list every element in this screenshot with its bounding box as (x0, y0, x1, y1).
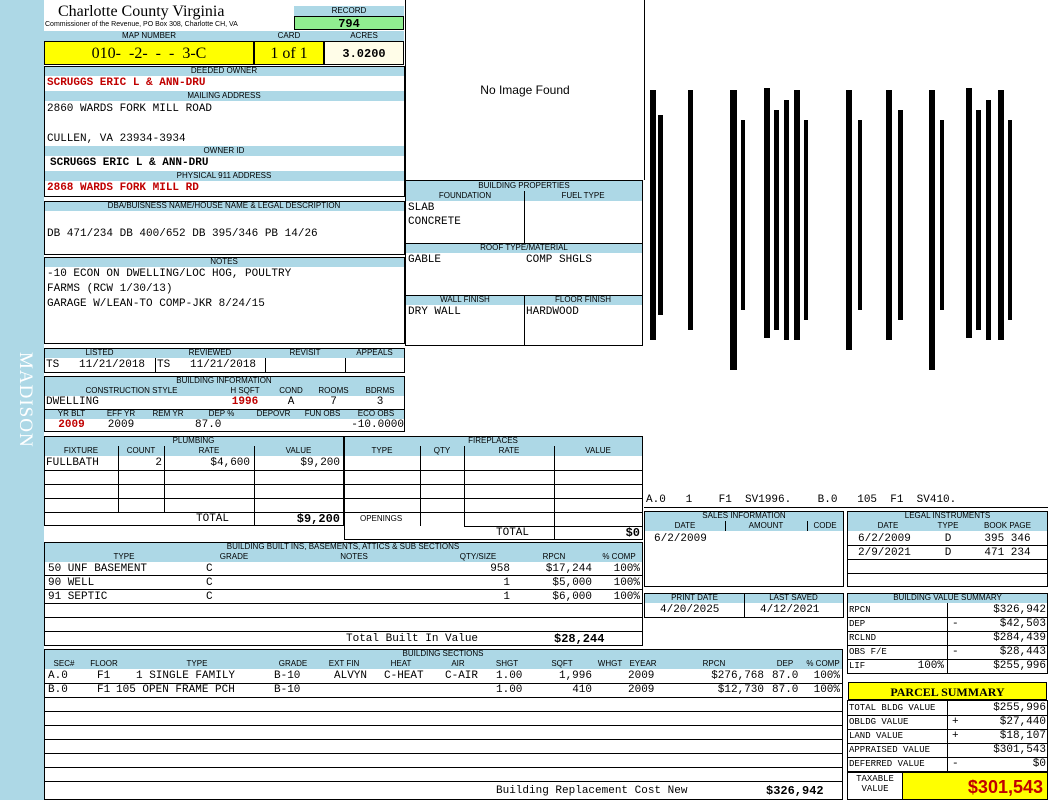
legal-instr-box (847, 511, 1048, 587)
ps-h2 (847, 729, 1048, 730)
pl-h4 (44, 512, 344, 513)
district-sidebar: MADISON (0, 0, 44, 800)
parcel-summary-title: PARCEL SUMMARY (848, 682, 1047, 700)
props-divider (524, 191, 525, 243)
acres-value: 3.0200 (324, 41, 404, 65)
ps-h4 (847, 757, 1048, 758)
bt-h5 (44, 631, 643, 632)
sales-v2 (807, 521, 808, 531)
sc-h7 (44, 767, 843, 768)
owner-box (44, 66, 405, 197)
district-name: MADISON (15, 352, 36, 448)
bt-h4 (44, 617, 643, 618)
bt-h2 (44, 589, 643, 590)
sc-h2 (44, 697, 843, 698)
props-row-line (405, 243, 643, 244)
ps-h1 (847, 715, 1048, 716)
bt-h3 (44, 603, 643, 604)
sc-h6 (44, 753, 843, 754)
legal-box (44, 201, 405, 255)
record-label: RECORD (294, 6, 404, 16)
pl-v1 (118, 446, 119, 512)
building-info-box (44, 376, 405, 432)
fp-h2 (344, 484, 643, 485)
fp-v1 (420, 446, 421, 526)
map-number-label: MAP NUMBER (44, 31, 254, 41)
pl-v2 (164, 446, 165, 512)
vs-h3 (847, 645, 1048, 646)
ps-divider (947, 700, 948, 772)
bi-row-line (44, 409, 405, 410)
fp-h4 (344, 512, 643, 513)
li-h1 (847, 545, 1048, 546)
vs-h4 (847, 659, 1048, 660)
props-divider-2 (524, 295, 525, 346)
ps-h3 (847, 743, 1048, 744)
print-divider (744, 593, 745, 618)
pl-v3 (254, 446, 255, 526)
county-title: Charlotte County Virginia (58, 3, 225, 20)
vs-divider (947, 603, 948, 674)
fp-h3 (344, 498, 643, 499)
fp-v2 (464, 446, 465, 526)
acres-label: ACRES (324, 31, 404, 41)
sc-h8 (44, 781, 843, 782)
map-number-value: 010- -2- - - 3-C (44, 41, 254, 65)
record-value: 794 (294, 16, 404, 31)
sales-box (644, 511, 844, 587)
sc-h5 (44, 739, 843, 740)
review-box (44, 348, 405, 373)
fireplaces-box (344, 436, 643, 540)
props-row-line-2 (405, 295, 643, 296)
card-value: 1 of 1 (254, 41, 324, 65)
sketch-caption: A.0 1 F1 SV1996. B.0 105 F1 SV410. (646, 494, 957, 506)
sales-v1 (725, 521, 726, 531)
taxable-box (847, 772, 1048, 800)
fp-h1 (344, 470, 643, 471)
review-divider-1 (155, 358, 156, 373)
fp-h5 (464, 526, 643, 527)
li-h3 (847, 573, 1048, 574)
notes-box (44, 257, 405, 344)
li-h2 (847, 559, 1048, 560)
bt-h1 (44, 575, 643, 576)
sketch-drawing (650, 88, 1012, 370)
review-divider-3 (345, 358, 346, 373)
card-label: CARD (254, 31, 324, 41)
pl-h1 (44, 470, 344, 471)
sc-h1 (44, 683, 843, 684)
vs-h1 (847, 617, 1048, 618)
vs-h2 (847, 631, 1048, 632)
pl-h3 (44, 498, 344, 499)
office-address: Commissioner of the Revenue, PO Box 308,… (45, 21, 238, 28)
no-image-text: No Image Found (480, 83, 570, 97)
sc-h4 (44, 725, 843, 726)
review-divider-2 (265, 358, 266, 373)
sc-h3 (44, 711, 843, 712)
pl-h2 (44, 484, 344, 485)
